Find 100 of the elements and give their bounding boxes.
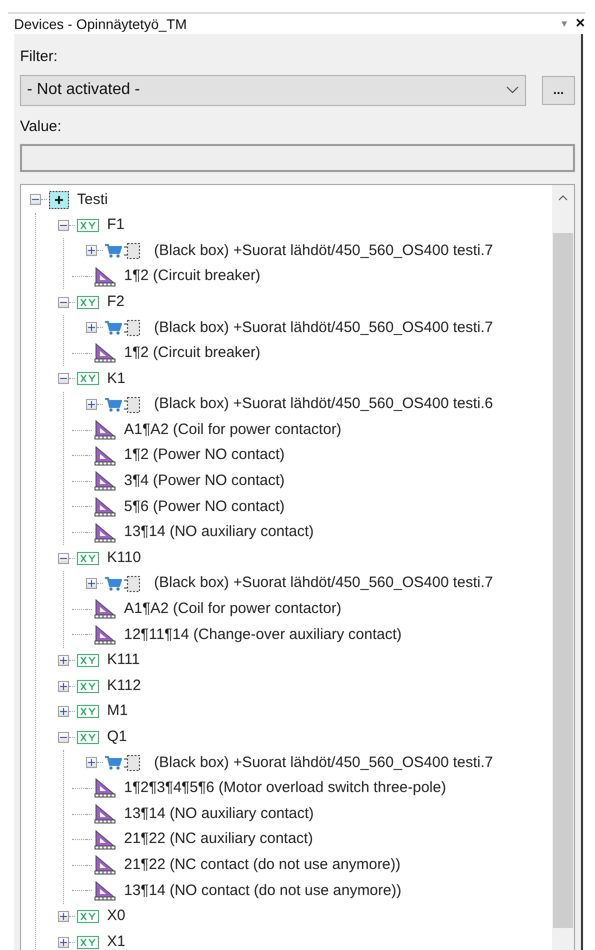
triangle-ruler-icon [94, 496, 116, 517]
device-icon [77, 372, 99, 386]
collapse-toggle[interactable] [30, 194, 41, 206]
triangle-ruler-icon [94, 343, 116, 364]
tree-line [41, 199, 47, 200]
tree-item[interactable]: 1¶2 (Circuit breaker) [124, 342, 260, 365]
triangle-ruler-icon [94, 880, 116, 901]
tree-item[interactable]: 3¶4 (Power NO contact) [124, 470, 285, 493]
device-icon [77, 654, 99, 667]
triangle-ruler-icon [94, 855, 116, 876]
tree-line [97, 250, 103, 252]
more-button[interactable]: ... [542, 76, 575, 104]
tree-item[interactable]: K1 [107, 368, 126, 390]
tree-item[interactable]: 5¶6 (Power NO contact) [124, 496, 285, 518]
expand-toggle[interactable] [86, 399, 97, 410]
filter-dropdown[interactable]: - Not activated - [20, 74, 526, 106]
collapse-toggle[interactable] [58, 732, 69, 743]
tree-item[interactable]: 13¶14 (NO contact (do not use anymore)) [124, 880, 402, 902]
tree-line [69, 660, 75, 661]
tree-item[interactable]: 1¶2 (Power NO contact) [124, 444, 285, 467]
expand-toggle[interactable] [86, 245, 97, 256]
device-icon [77, 218, 99, 232]
device-icon [77, 705, 99, 718]
tree-item[interactable]: (Black box) +Suorat lähdöt/450_560_OS400 testi.7 [154, 752, 493, 774]
tree-item[interactable]: (Black box) +Suorat lähdöt/450_560_OS400 testi.6 [154, 393, 493, 416]
plus-icon [60, 682, 67, 690]
tree-line [69, 942, 75, 943]
tree-item[interactable]: X1 [107, 930, 126, 950]
cart-icon [105, 755, 122, 770]
expand-toggle[interactable] [86, 757, 97, 768]
scroll-up-icon[interactable] [558, 195, 568, 201]
tree-item[interactable]: K112 [107, 674, 141, 698]
triangle-ruler-icon [94, 830, 116, 850]
tree-item[interactable]: K110 [107, 546, 141, 570]
cart-icon [105, 243, 122, 258]
expand-toggle[interactable] [58, 654, 69, 666]
plus-icon [60, 912, 67, 920]
scrollbar-thumb[interactable] [553, 233, 573, 928]
collapse-toggle[interactable] [58, 373, 69, 384]
tree-item[interactable]: 21¶22 (NC auxiliary contact) [124, 828, 313, 851]
expand-toggle[interactable] [58, 706, 69, 718]
dashed-box-icon [124, 754, 140, 771]
tree-item[interactable]: (Black box) +Suorat lähdöt/450_560_OS400 testi.7 [154, 572, 493, 595]
tree-line [69, 302, 75, 303]
device-icon [77, 552, 99, 565]
panel-menu-button[interactable]: ▾ [562, 16, 568, 32]
plus-box-icon [49, 190, 69, 209]
scrollbar[interactable] [552, 185, 574, 950]
tree-item[interactable]: 21¶22 (NC contact (do not use anymore)) [124, 854, 401, 876]
tree-item[interactable]: 13¶14 (NO auxiliary contact) [124, 802, 314, 826]
tree-line [97, 404, 103, 406]
expand-toggle[interactable] [58, 936, 69, 948]
tree-item[interactable]: 1¶2 (Circuit breaker) [124, 265, 260, 288]
tree-item[interactable]: 12¶11¶14 (Change-over auxiliary contact) [124, 624, 402, 646]
tree-line [69, 916, 75, 917]
expand-toggle[interactable] [86, 578, 97, 590]
tree-line [69, 378, 75, 380]
triangle-ruler-icon [94, 446, 116, 466]
tree-line [97, 327, 103, 328]
plus-icon [88, 247, 95, 254]
tree-item[interactable]: (Black box) +Suorat lähdöt/450_560_OS400 testi.7 [154, 240, 493, 262]
device-icon [77, 730, 99, 744]
panel-title: Devices - Opinnäytetyö_TM [14, 14, 187, 34]
tree-item[interactable]: 1¶2¶3¶4¶5¶6 (Motor overload switch three-pole) [124, 777, 446, 800]
collapse-toggle[interactable] [58, 552, 69, 564]
cart-icon [105, 320, 122, 336]
plus-icon [60, 708, 67, 716]
value-field[interactable] [20, 144, 575, 172]
chevron-down-icon [506, 86, 519, 94]
tree-item[interactable]: M1 [107, 700, 128, 723]
tree-item[interactable]: K111 [107, 649, 140, 672]
tree-item[interactable]: (Black box) +Suorat lähdöt/450_560_OS400 testi.7 [154, 316, 493, 340]
tree-item[interactable]: X0 [107, 905, 126, 928]
triangle-ruler-icon [94, 471, 116, 492]
dashed-box-icon [124, 320, 140, 336]
cart-icon [105, 397, 122, 412]
close-button[interactable]: × [576, 16, 585, 32]
triangle-ruler-icon [94, 599, 116, 620]
plus-icon [88, 580, 95, 588]
expand-toggle[interactable] [86, 322, 97, 334]
tree-item[interactable]: A1¶A2 (Coil for power contactor) [124, 598, 342, 621]
tree-item[interactable]: F2 [107, 290, 125, 314]
tree-line [69, 558, 75, 559]
collapse-toggle[interactable] [58, 296, 69, 308]
plus-icon [60, 656, 67, 664]
value-label: Value: [20, 116, 62, 136]
tree-item[interactable]: Q1 [107, 726, 128, 749]
triangle-ruler-icon [94, 624, 116, 645]
tree-item[interactable]: 13¶14 (NO auxiliary contact) [124, 521, 314, 544]
tree-item[interactable]: F1 [107, 214, 125, 237]
tree-line [69, 736, 75, 738]
expand-toggle[interactable] [58, 680, 69, 692]
triangle-ruler-icon [94, 420, 116, 440]
tree-item[interactable]: Testi [77, 188, 108, 212]
expand-toggle[interactable] [58, 910, 69, 922]
tree-item[interactable]: A1¶A2 (Coil for power contactor) [124, 418, 342, 442]
tree-line [69, 224, 75, 226]
tree-line [97, 762, 103, 764]
dashed-box-icon [124, 242, 140, 259]
collapse-toggle[interactable] [58, 220, 69, 231]
